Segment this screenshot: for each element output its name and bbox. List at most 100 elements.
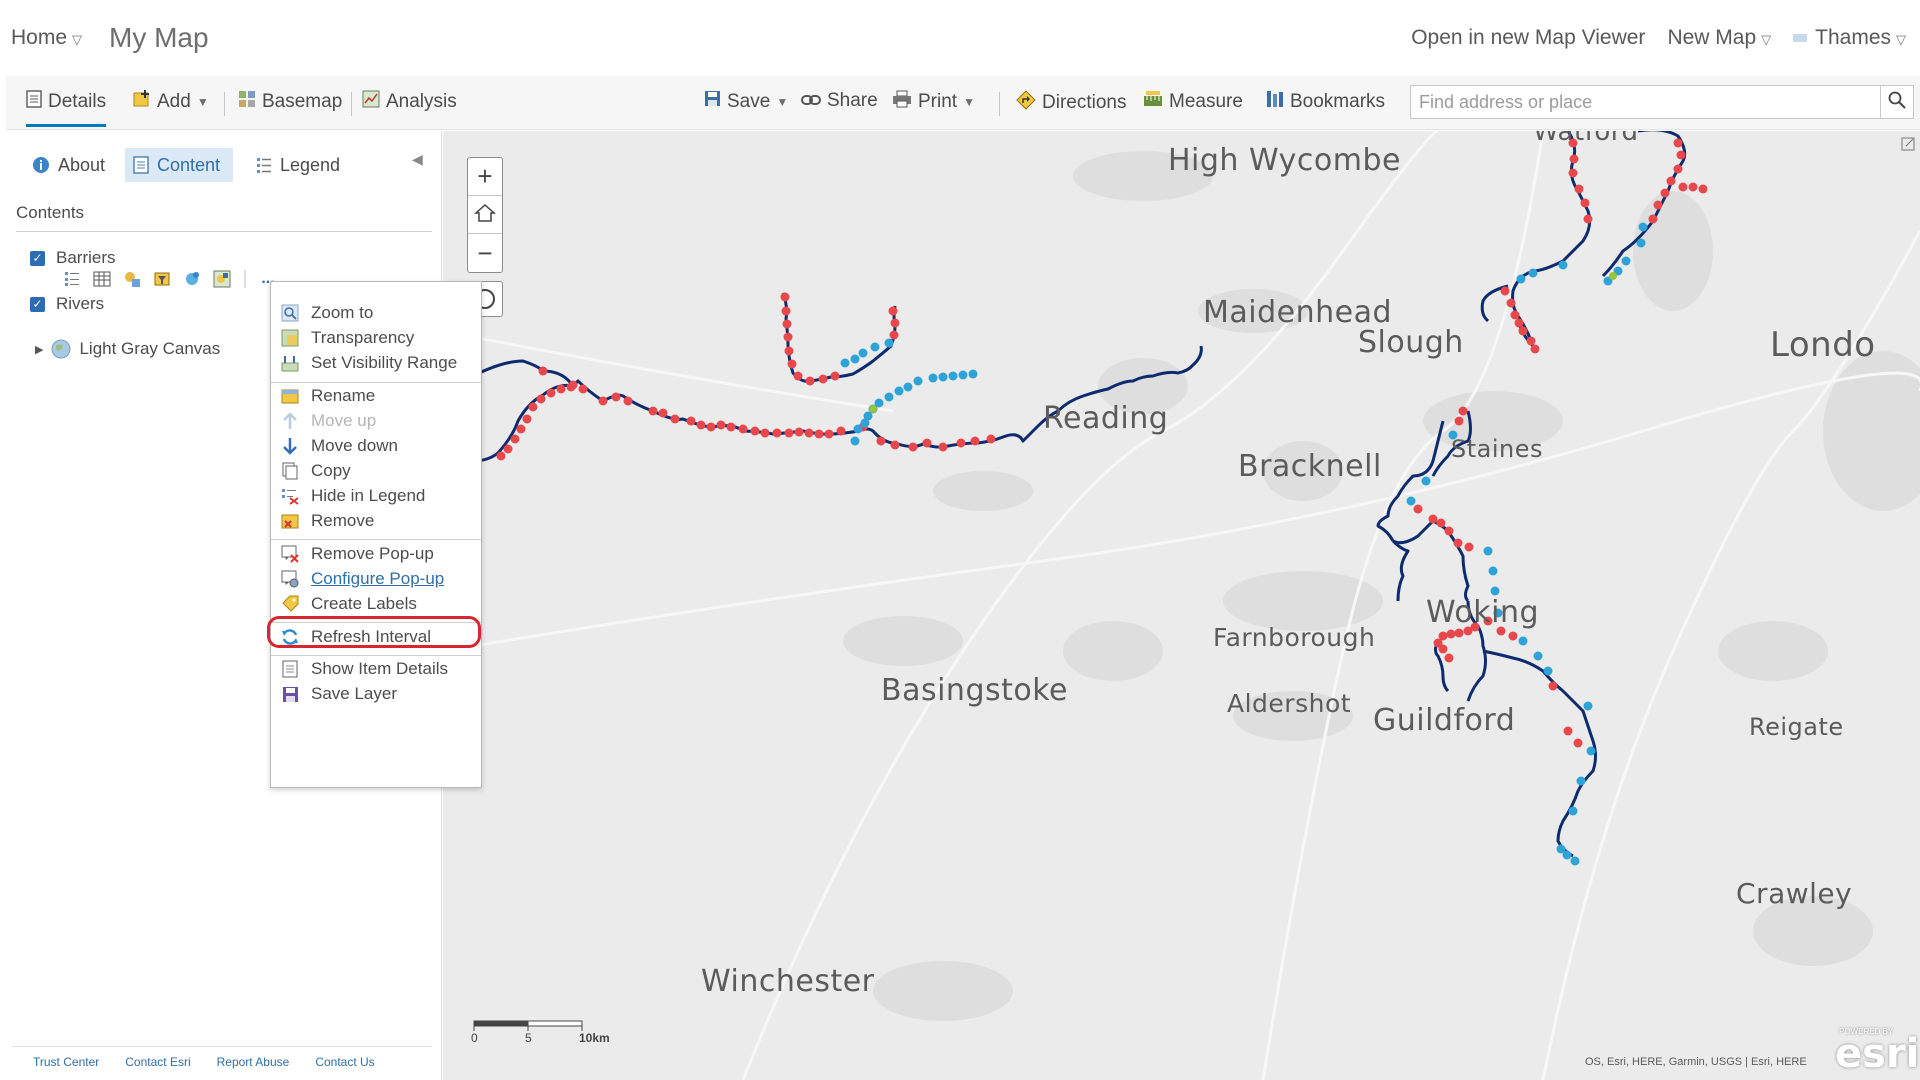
measure-button[interactable]: Measure [1143,90,1243,114]
basemap-button[interactable]: Basemap [238,90,342,114]
table-icon[interactable] [91,270,113,288]
open-new-viewer-link[interactable]: Open in new Map Viewer [1411,26,1645,50]
top-header: Home ▽ My Map Open in new Map Viewer New … [0,0,1920,76]
user-menu[interactable]: Thames ▽ [1793,26,1906,50]
analysis-icon [362,90,380,114]
change-style-icon[interactable] [121,270,143,288]
details-icon [26,90,42,114]
layer-rivers[interactable]: ✓ Rivers [30,294,104,314]
share-button[interactable]: Share [801,90,878,112]
zoom-out-button[interactable]: − [468,234,502,272]
menu-item-label: Move up [311,411,377,430]
print-button[interactable]: Print ▼ [892,90,975,114]
home-menu[interactable]: Home ▽ [11,26,82,50]
copy-icon [281,462,299,480]
new-map-label: New Map [1667,26,1757,49]
footer-link-report-abuse[interactable]: Report Abuse [217,1055,290,1069]
menu-item-visibility-range[interactable]: Set Visibility Range [271,348,481,378]
arrow-up-icon [281,412,299,430]
city-label-reigate: Reigate [1749,713,1844,741]
city-label-aldershot: Aldershot [1227,689,1352,718]
tab-content[interactable]: Content [125,148,233,182]
menu-item-label: Create Labels [311,594,417,613]
menu-item-remove[interactable]: Remove [271,506,481,536]
legend-icon [256,156,272,174]
city-label-london: Londo [1770,325,1876,365]
arrow-down-icon [281,437,299,455]
visibility-range-icon [281,354,299,372]
city-label-reading: Reading [1043,401,1169,436]
scale-bar: 0 5 10km [471,1019,613,1045]
bookmarks-label: Bookmarks [1290,91,1386,112]
footer-links: Trust Center Contact Esri Report Abuse C… [33,1055,375,1069]
globe-icon [51,339,71,359]
print-label: Print [918,91,958,112]
layer-basemap[interactable]: ▶ Light Gray Canvas [35,339,220,359]
search-button[interactable] [1880,85,1914,119]
layer-rivers-label: Rivers [56,294,105,313]
menu-item-label: Remove [311,511,375,530]
rivers-checkbox[interactable]: ✓ [30,296,45,312]
menu-item-label: Copy [311,461,351,480]
menu-item-label: Hide in Legend [311,486,426,505]
expand-arrow-icon[interactable]: ▶ [35,343,43,356]
bookmarks-button[interactable]: Bookmarks [1266,90,1385,114]
info-icon [32,156,50,174]
transparency-icon [281,329,299,347]
tab-legend[interactable]: Legend [248,148,348,182]
share-label: Share [827,90,878,111]
filter-icon[interactable] [151,270,173,288]
menu-item-label: Remove Pop-up [311,544,434,563]
item-details-icon [281,660,299,678]
layer-barriers[interactable]: ✓ Barriers [30,248,116,268]
directions-icon [1016,90,1036,116]
layer-tools: ... [61,270,279,288]
footer-link-contact-esri[interactable]: Contact Esri [125,1055,190,1069]
scale-label-5: 5 [525,1031,532,1045]
zoom-in-button[interactable]: + [468,158,502,196]
analysis-button[interactable]: Analysis [362,90,457,114]
tab-about[interactable]: About [24,148,113,182]
save-button[interactable]: Save ▼ [704,90,788,113]
zoom-to-icon [281,304,299,322]
city-label-high-wycombe: High Wycombe [1168,143,1401,178]
labels-icon [281,595,299,613]
main-toolbar: Details Add ▼ Basemap Analysis Save ▼ Shar… [6,76,1920,130]
details-button[interactable]: Details [26,90,107,127]
highlight-annotation [267,616,481,648]
menu-item-label: Set Visibility Range [311,353,458,372]
footer-link-trust[interactable]: Trust Center [33,1055,99,1069]
legend-toggle-icon[interactable] [61,270,83,288]
analysis-icon[interactable] [181,270,203,288]
menu-item-create-labels[interactable]: Create Labels [271,589,481,619]
new-map-menu[interactable]: New Map ▽ [1667,26,1771,50]
details-label: Details [48,91,107,112]
divider [12,1046,432,1047]
map-view[interactable]: High Wycombe Watford Maidenhead Slough L… [443,131,1920,1080]
home-extent-button[interactable] [468,196,502,234]
menu-item-label: Show Item Details [311,659,448,678]
remove-icon [281,512,299,530]
analysis-label: Analysis [386,91,457,112]
layer-basemap-label: Light Gray Canvas [79,339,221,358]
expand-icon[interactable] [1901,137,1915,156]
menu-item-label: Zoom to [311,303,374,322]
esri-logo: esri [1835,1031,1920,1077]
add-icon [133,90,151,114]
barriers-checkbox[interactable]: ✓ [30,250,45,266]
city-label-crawley: Crawley [1736,877,1853,910]
add-button[interactable]: Add ▼ [133,90,209,114]
directions-label: Directions [1042,92,1127,113]
divider [16,231,432,232]
menu-item-save-layer[interactable]: Save Layer [271,679,481,709]
configure-popup-icon [281,570,299,588]
collapse-panel-icon[interactable]: ◀ [412,151,423,168]
edit-layer-icon[interactable] [211,270,233,288]
user-name: Thames [1815,26,1891,49]
search-input[interactable]: Find address or place [1410,85,1881,119]
chevron-down-icon: ▼ [776,94,789,109]
home-label: Home [11,26,68,49]
footer-link-contact-us[interactable]: Contact Us [315,1055,374,1069]
directions-button[interactable]: Directions [1016,90,1126,116]
layer-context-menu: Zoom to Transparency Set Visibility Rang… [270,281,482,788]
